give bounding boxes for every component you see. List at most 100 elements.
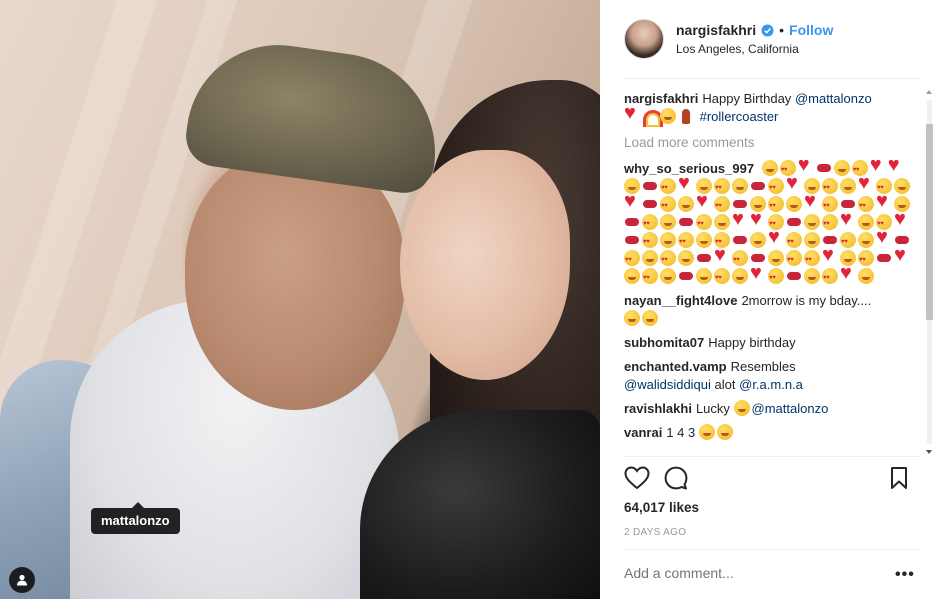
- rainbow-icon: [642, 108, 663, 127]
- kiss-face-icon: [660, 268, 676, 284]
- comment-text: alot: [714, 377, 736, 392]
- comment-bubble-icon[interactable]: [664, 466, 688, 490]
- kiss-face-icon: [642, 250, 658, 266]
- caption-hashtag[interactable]: #rollercoaster: [700, 109, 779, 124]
- load-more-comments[interactable]: Load more comments: [624, 134, 920, 152]
- scroll-up-arrow-icon[interactable]: [926, 90, 932, 94]
- comment-username[interactable]: subhomita07: [624, 335, 704, 350]
- heart-icon: [750, 264, 766, 284]
- heart-eyes-icon: [642, 232, 658, 251]
- heart-eyes-icon: [696, 214, 712, 233]
- kiss-face-icon: [678, 250, 694, 266]
- header-username[interactable]: nargisfakhri: [676, 22, 756, 38]
- comment-username[interactable]: ravishlakhi: [624, 401, 692, 416]
- kiss-face-icon: [624, 268, 640, 284]
- heart-eyes-icon: [822, 268, 838, 287]
- lips-icon: [786, 268, 802, 284]
- heart-icon: [870, 156, 886, 176]
- kiss-face-icon: [804, 268, 820, 284]
- post-photo[interactable]: mattalonzo: [0, 0, 600, 599]
- kiss-face-icon: [696, 268, 712, 284]
- grin-face-icon: [642, 310, 658, 326]
- user-tag[interactable]: mattalonzo: [91, 502, 180, 534]
- heart-icon: [804, 192, 820, 212]
- user-tag-label: mattalonzo: [101, 513, 170, 528]
- comment-mention[interactable]: @mattalonzo: [752, 401, 829, 416]
- caption: nargisfakhriHappy Birthday @mattalonzo #…: [624, 90, 920, 127]
- kiss-face-icon: [696, 232, 712, 248]
- lips-icon: [624, 214, 640, 230]
- add-comment-input[interactable]: [624, 565, 894, 581]
- more-options-button[interactable]: •••: [895, 566, 915, 584]
- heart-icon: [876, 228, 892, 248]
- lips-icon: [678, 268, 694, 284]
- lips-icon: [750, 178, 766, 194]
- heart-eyes-icon: [768, 196, 784, 215]
- heart-icon: [732, 210, 748, 230]
- scroll-down-arrow-icon[interactable]: [926, 450, 932, 454]
- like-heart-icon[interactable]: [624, 466, 650, 490]
- heart-icon: [768, 228, 784, 248]
- comment-username[interactable]: vanrai: [624, 425, 662, 440]
- heart-icon: [714, 246, 730, 266]
- lips-icon: [732, 232, 748, 248]
- comments-scrollbar[interactable]: [925, 88, 934, 456]
- verified-badge-icon: [761, 23, 774, 37]
- heart-icon: [750, 210, 766, 230]
- heart-eyes-icon: [732, 250, 748, 269]
- heart-eyes-icon: [822, 178, 838, 197]
- heart-eyes-icon: [642, 268, 658, 287]
- heart-eyes-icon: [786, 232, 802, 251]
- heart-eyes-icon: [858, 250, 874, 269]
- heart-eyes-icon: [642, 214, 658, 233]
- lips-icon: [786, 214, 802, 230]
- heart-icon: [894, 210, 910, 230]
- post-header: nargisfakhri • Follow Los Angeles, Calif…: [600, 0, 934, 78]
- scrollbar-thumb[interactable]: [926, 124, 933, 320]
- lips-icon: [642, 178, 658, 194]
- kiss-face-icon: [858, 214, 874, 230]
- heart-icon: [840, 264, 856, 284]
- avatar[interactable]: [624, 19, 664, 59]
- heart-eyes-icon: [714, 268, 730, 287]
- kiss-face-icon: [660, 232, 676, 248]
- heart-icon: [858, 174, 874, 194]
- comment-username[interactable]: enchanted.vamp: [624, 359, 727, 374]
- kiss-face-icon: [698, 424, 715, 440]
- post-sidebar: nargisfakhri • Follow Los Angeles, Calif…: [600, 0, 934, 599]
- follow-button[interactable]: Follow: [789, 22, 833, 38]
- kiss-face-icon: [716, 424, 733, 440]
- heart-eyes-icon: [768, 178, 784, 197]
- heart-eyes-icon: [804, 250, 820, 269]
- comment-username[interactable]: nayan__fight4love: [624, 293, 737, 308]
- heart-eyes-icon: [624, 250, 640, 269]
- comments-list[interactable]: nargisfakhriHappy Birthday @mattalonzo #…: [624, 90, 920, 456]
- lips-icon: [876, 250, 892, 266]
- kiss-face-icon: [858, 232, 874, 248]
- kiss-face-icon: [714, 214, 730, 230]
- lips-icon: [696, 250, 712, 266]
- heart-eyes-icon: [786, 250, 802, 269]
- location-link[interactable]: Los Angeles, California: [676, 42, 833, 56]
- heart-eyes-icon: [678, 232, 694, 251]
- bookmark-icon[interactable]: [890, 466, 908, 490]
- comment-text: Resembles: [730, 359, 796, 374]
- likes-count[interactable]: 64,017 likes: [624, 500, 699, 515]
- heart-icon: [624, 104, 640, 124]
- kiss-face-icon: [840, 178, 856, 194]
- comment-mention[interactable]: @walidsiddiqui: [624, 377, 711, 392]
- comment-mention[interactable]: @r.a.m.n.a: [739, 377, 803, 392]
- divider: [624, 549, 920, 550]
- kiss-face-icon: [804, 214, 820, 230]
- tagged-users-button[interactable]: [9, 567, 35, 593]
- kiss-face-icon: [786, 196, 802, 212]
- heart-eyes-icon: [660, 250, 676, 269]
- heart-eyes-icon: [840, 232, 856, 251]
- emoji-sequence: [624, 156, 912, 287]
- caption-mention[interactable]: @mattalonzo: [795, 91, 872, 106]
- dancer-icon: [678, 108, 694, 124]
- lips-icon: [678, 214, 694, 230]
- heart-icon: [678, 174, 694, 194]
- heart-icon: [798, 156, 814, 176]
- kiss-face-icon: [768, 250, 784, 266]
